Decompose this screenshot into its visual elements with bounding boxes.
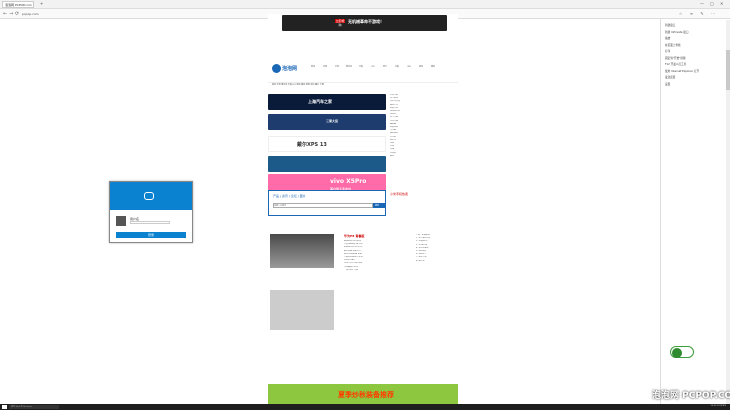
menu-item[interactable]: 使用 Internet Explorer 打开 bbox=[665, 69, 699, 73]
category-link[interactable]: 笔记本 bbox=[344, 64, 354, 70]
avatar[interactable] bbox=[116, 216, 126, 226]
category-link[interactable]: 手机 bbox=[332, 64, 342, 70]
search-button[interactable]: 搜索 bbox=[373, 203, 385, 208]
hot-box-label: 小米手机热卖 bbox=[390, 192, 409, 196]
new-tab-button[interactable]: + bbox=[40, 1, 43, 6]
bottom-banner[interactable]: 夏季炒秋装备推荐 bbox=[268, 384, 458, 406]
category-link[interactable]: DIY bbox=[368, 64, 378, 70]
address-bar[interactable]: pcpop.com bbox=[22, 11, 62, 17]
menu-item[interactable]: 打印 bbox=[665, 49, 670, 53]
close-button[interactable]: ✕ bbox=[720, 1, 723, 6]
menu-item[interactable]: 在页面上查找 bbox=[665, 43, 681, 47]
bottom-banner-text: 夏季炒秋装备推荐 bbox=[338, 391, 394, 399]
taskbar-search[interactable]: 搜索 Web 和 Windows bbox=[9, 405, 59, 409]
category-link[interactable]: 家电 bbox=[416, 64, 426, 70]
windows-start-icon[interactable] bbox=[2, 405, 7, 409]
toolbar-icons[interactable]: ☆ ≡ ✎ ⋯ bbox=[679, 11, 718, 16]
taskbar: 搜索 Web 和 Windows 20:30 2015/8/5 bbox=[0, 404, 730, 410]
sidebar-list: 下载 · 新品推荐 1. 显卡驱动合集 2. 主板BIOS 3. 手机ROM 4. 笔记… bbox=[416, 234, 458, 263]
category-link[interactable]: 主板 bbox=[392, 64, 402, 70]
menu-item[interactable]: 新建窗口 bbox=[665, 23, 675, 27]
ad-label: 上海汽车之家 bbox=[308, 99, 332, 104]
category-link[interactable]: 显卡 bbox=[380, 64, 390, 70]
category-link[interactable]: CPU bbox=[404, 64, 414, 70]
ad-label: 三荣大促 bbox=[326, 119, 339, 123]
category-link[interactable]: 资讯 bbox=[308, 64, 318, 70]
banner-background: 立即抢购 无机械革命不游戏！ bbox=[282, 15, 447, 31]
search-tabs[interactable]: 产品 | 资讯 | 论坛 | 图片 bbox=[273, 194, 306, 198]
back-icon[interactable]: ← bbox=[3, 11, 7, 17]
refresh-icon[interactable]: ⟳ bbox=[15, 11, 19, 17]
site-logo[interactable]: 泡泡网 bbox=[272, 64, 304, 76]
banner-cta[interactable]: 立即抢购 bbox=[335, 19, 345, 27]
password-field[interactable] bbox=[130, 221, 170, 224]
top-banner[interactable]: 立即抢购 无机械革命不游戏！ bbox=[268, 14, 458, 32]
ad-banner[interactable]: 戴尔XPS 13 bbox=[268, 136, 386, 152]
feature-list: 魅族MX5 明日发布 三星Galaxy S6 降价 iPhone 6s 预约开启 戴尔… bbox=[344, 240, 408, 272]
ad-banner[interactable] bbox=[268, 156, 386, 172]
right-list-item[interactable]: 厨电 bbox=[390, 155, 456, 158]
menu-item[interactable]: 缩放 bbox=[665, 36, 670, 40]
search-input[interactable] bbox=[273, 203, 373, 208]
sidebar-item[interactable]: 8. 输入法 bbox=[416, 260, 458, 263]
watermark: 泡泡网 PCPOP.COM bbox=[652, 391, 730, 401]
login-account-row: 用户名 bbox=[116, 216, 186, 226]
menu-item[interactable]: 固定到"开始"屏幕 bbox=[665, 56, 686, 60]
category-link[interactable]: 评测 bbox=[320, 64, 330, 70]
menu-item[interactable]: 设置 bbox=[665, 82, 670, 86]
logo-mark bbox=[272, 64, 281, 73]
search-box: 产品 | 资讯 | 论坛 | 图片 搜索 bbox=[268, 190, 386, 216]
hot-box[interactable]: 小米手机热卖 bbox=[390, 192, 456, 220]
system-tray: 20:30 2015/8/5 bbox=[710, 405, 726, 407]
ad-banner[interactable]: 三荣大促 bbox=[268, 114, 386, 130]
feature-item[interactable]: 一加手机2 开箱 bbox=[344, 269, 408, 272]
webpage: 立即抢购 无机械革命不游戏！ 泡泡网 资讯 评测 手机 笔记本 平板 DIY 显卡 主板 CPU… bbox=[268, 14, 458, 406]
forward-icon[interactable]: → bbox=[9, 11, 13, 17]
logo-text: 泡泡网 bbox=[282, 66, 298, 72]
qq-logo-icon bbox=[144, 192, 154, 200]
login-header bbox=[110, 182, 192, 210]
feature-image[interactable] bbox=[270, 234, 334, 268]
right-link-list: 全部导航 热门推荐 性价比之选 最新上市 智能手机 轻薄笔记本 游戏本 显卡天梯 CPU天梯 路由… bbox=[390, 94, 456, 194]
photo-grid[interactable] bbox=[270, 290, 334, 330]
floating-widget[interactable] bbox=[670, 346, 694, 358]
category-grid: 资讯 评测 手机 笔记本 平板 DIY 显卡 主板 CPU 家电 相机 bbox=[308, 64, 456, 78]
login-button[interactable]: 登录 bbox=[116, 232, 186, 238]
browser-tab[interactable]: 泡泡网 PCPOP.com bbox=[2, 1, 34, 8]
category-link[interactable]: 相机 bbox=[428, 64, 438, 70]
maximize-button[interactable]: □ bbox=[710, 1, 714, 6]
tab-title: 泡泡网 PCPOP.com bbox=[5, 3, 32, 7]
scroll-thumb[interactable] bbox=[726, 50, 730, 90]
ad-label: 戴尔XPS 13 bbox=[297, 142, 327, 148]
menu-item[interactable]: 发送反馈 bbox=[665, 75, 675, 79]
menu-item[interactable]: 新建 InPrivate 窗口 bbox=[665, 30, 688, 34]
browser-titlebar: 泡泡网 PCPOP.com + — □ ✕ bbox=[0, 0, 730, 9]
banner-headline: 无机械革命不游戏！ bbox=[348, 19, 384, 24]
login-dialog: 用户名 登录 bbox=[109, 181, 193, 243]
feature-headline[interactable]: 华为P8 青春版 bbox=[344, 234, 394, 238]
main-menu[interactable]: 首页 手机 笔记本 平板 DIY 家电 相机 游戏 论坛 图片 下载 bbox=[268, 82, 458, 87]
search-button-label: 搜索 bbox=[375, 205, 380, 207]
category-link[interactable]: 平板 bbox=[356, 64, 366, 70]
widget-icon bbox=[672, 348, 682, 358]
ad-label: vivo X5Pro bbox=[330, 178, 367, 185]
scrollbar[interactable] bbox=[726, 20, 730, 404]
ad-banner[interactable]: 上海汽车之家 bbox=[268, 94, 386, 110]
menu-item[interactable]: F12 开发人员工具 bbox=[665, 62, 686, 66]
minimize-button[interactable]: — bbox=[700, 1, 704, 6]
